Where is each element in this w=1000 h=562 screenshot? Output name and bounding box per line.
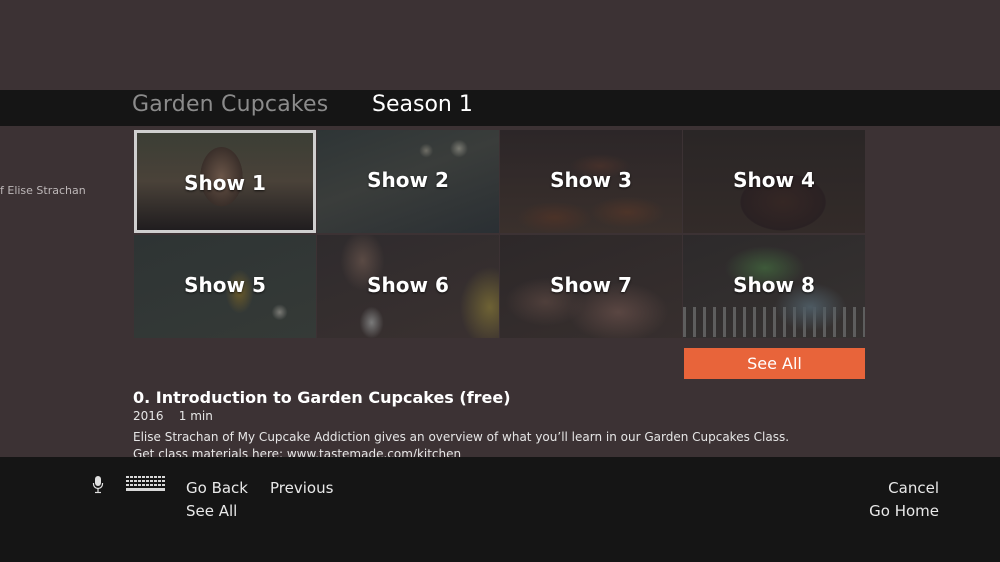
episode-title: 0. Introduction to Garden Cupcakes (free…: [133, 388, 511, 407]
show-tile-3[interactable]: Show 3: [500, 130, 682, 233]
show-grid: Show 1 Show 2 Show 3 Show 4 Show 5 Show …: [134, 130, 866, 338]
episode-description-line: Elise Strachan of My Cupcake Addiction g…: [133, 430, 790, 444]
cancel-command[interactable]: Cancel: [888, 479, 939, 497]
show-tile-8[interactable]: Show 8: [683, 235, 865, 338]
show-tile-2[interactable]: Show 2: [317, 130, 499, 233]
show-tile-label: Show 1: [184, 171, 266, 195]
microphone-icon[interactable]: [92, 475, 104, 495]
show-tile-label: Show 7: [550, 273, 632, 297]
side-panel-text: f Elise Strachan: [0, 184, 86, 197]
show-tile-4[interactable]: Show 4: [683, 130, 865, 233]
footer-bar: [0, 457, 1000, 562]
show-tile-label: Show 4: [733, 168, 815, 192]
show-tile-7[interactable]: Show 7: [500, 235, 682, 338]
go-home-command[interactable]: Go Home: [869, 502, 939, 520]
season-title[interactable]: Season 1: [372, 92, 473, 117]
show-tile-6[interactable]: Show 6: [317, 235, 499, 338]
see-all-button[interactable]: See All: [684, 348, 865, 379]
show-tile-5[interactable]: Show 5: [134, 235, 316, 338]
show-tile-1[interactable]: Show 1: [134, 130, 316, 233]
show-tile-label: Show 3: [550, 168, 632, 192]
episode-meta: 2016 1 min: [133, 409, 213, 423]
show-tile-label: Show 2: [367, 168, 449, 192]
show-title[interactable]: Garden Cupcakes: [132, 92, 328, 117]
show-tile-label: Show 5: [184, 273, 266, 297]
go-back-command[interactable]: Go Back: [186, 479, 248, 497]
see-all-command[interactable]: See All: [186, 502, 237, 520]
previous-command[interactable]: Previous: [270, 479, 333, 497]
keyboard-icon[interactable]: [126, 475, 166, 495]
show-tile-label: Show 8: [733, 273, 815, 297]
show-tile-label: Show 6: [367, 273, 449, 297]
